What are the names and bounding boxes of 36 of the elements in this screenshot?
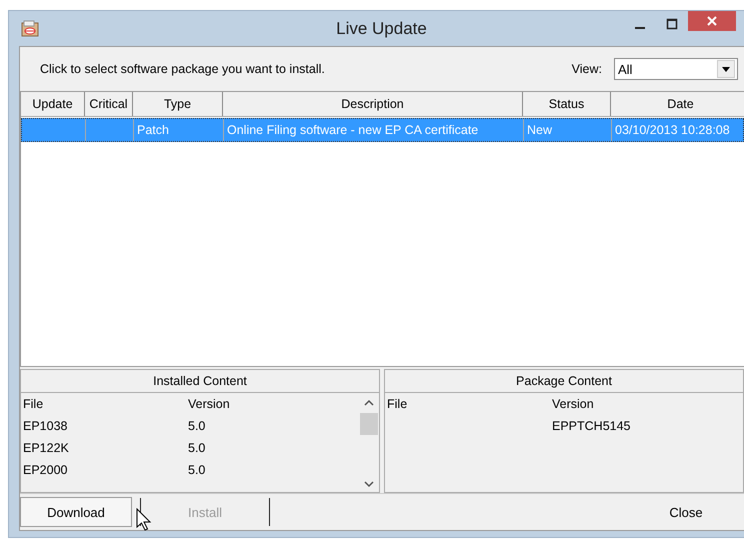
- column-header[interactable]: Date: [611, 92, 744, 116]
- maximize-icon: [666, 18, 678, 30]
- window-title: Live Update: [335, 18, 428, 38]
- table-cell: Online Filing software - new EP CA certificate: [227, 123, 478, 137]
- folder-icon: [21, 20, 39, 38]
- column-header[interactable]: Type: [133, 92, 223, 116]
- scrollbar-thumb[interactable]: [360, 413, 378, 435]
- column-label: File: [387, 397, 408, 411]
- instruction-text: Click to select software package you want to install.: [40, 62, 325, 76]
- table-cell: New: [527, 123, 552, 137]
- view-dropdown[interactable]: All: [614, 58, 738, 80]
- column-label: File: [23, 397, 44, 411]
- close-button[interactable]: [688, 11, 736, 31]
- scroll-down-icon[interactable]: [364, 480, 374, 488]
- column-label: Version: [552, 397, 594, 411]
- file-name: EP1038: [23, 419, 68, 433]
- file-version: EPPTCH5145: [552, 419, 631, 433]
- column-header[interactable]: Status: [523, 92, 611, 116]
- file-version: 5.0: [188, 441, 206, 455]
- column-header[interactable]: Update: [21, 92, 85, 116]
- action-button[interactable]: Download: [20, 497, 132, 527]
- file-name: EP122K: [23, 441, 70, 455]
- table-cell: 03/10/2013 10:28:08: [615, 123, 730, 137]
- view-label: View:: [572, 62, 602, 76]
- file-version: 5.0: [188, 419, 206, 433]
- minimize-icon: [635, 27, 645, 29]
- action-button[interactable]: Close: [628, 497, 744, 527]
- scroll-up-icon[interactable]: [364, 399, 374, 407]
- column-header[interactable]: Description: [223, 92, 523, 116]
- close-icon: [706, 15, 718, 27]
- column-label: Version: [188, 397, 230, 411]
- mouse-pointer-icon: [136, 508, 152, 532]
- file-name: EP2000: [23, 463, 68, 477]
- table-cell: Patch: [137, 123, 169, 137]
- column-header[interactable]: Critical: [85, 92, 133, 116]
- file-version: 5.0: [188, 463, 206, 477]
